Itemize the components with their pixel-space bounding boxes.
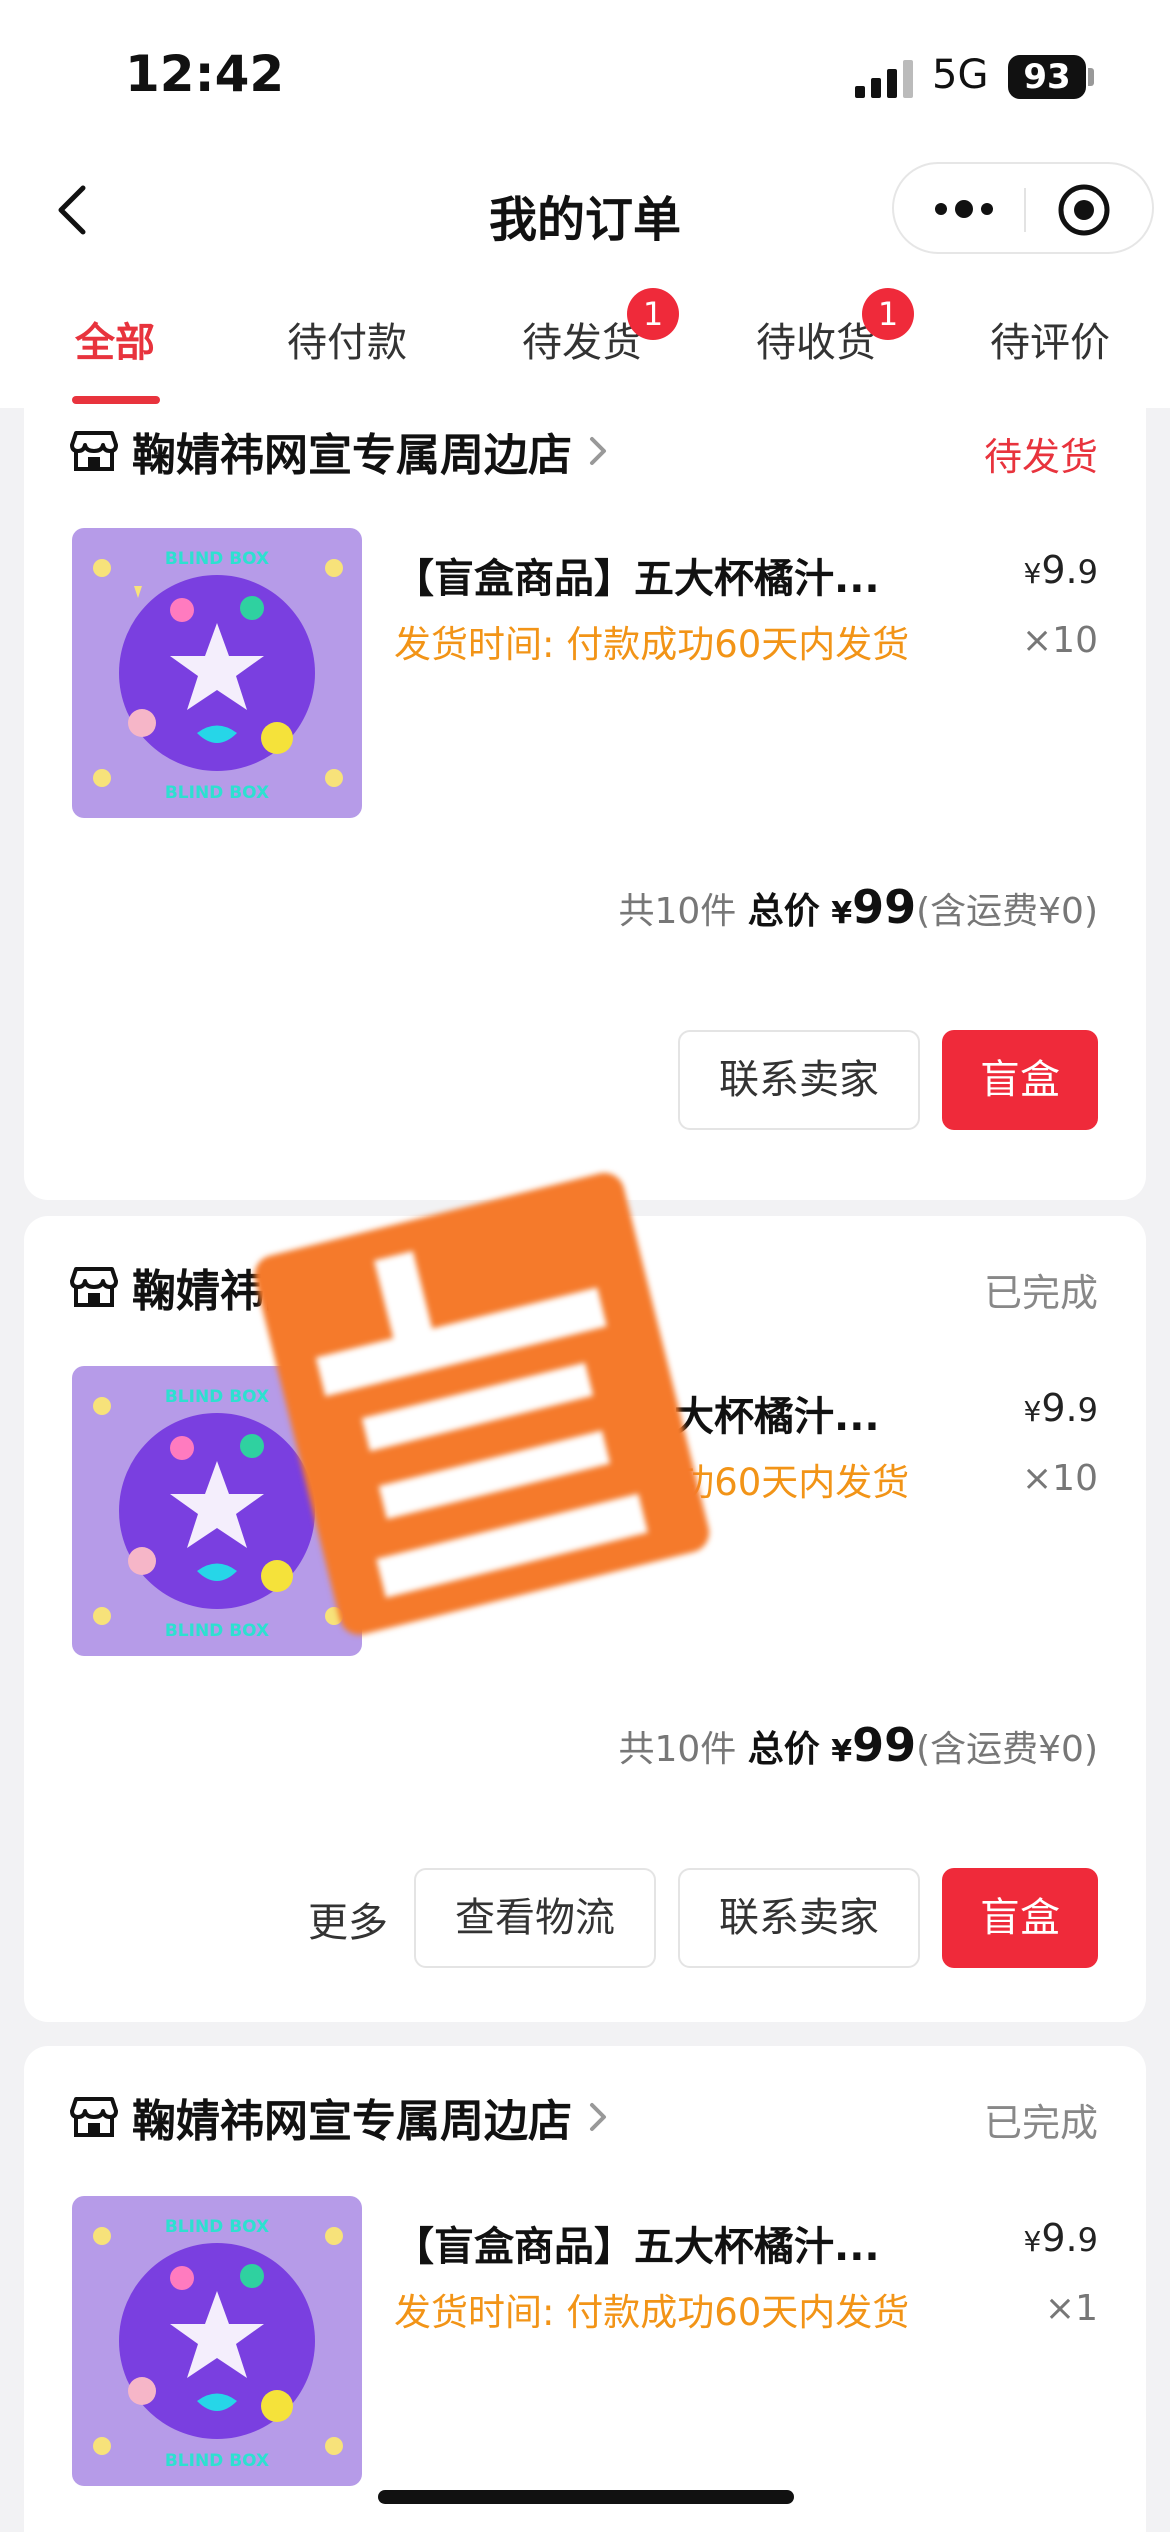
tab-all[interactable]: 全部 [75, 310, 155, 368]
status-time: 12:42 [125, 45, 285, 103]
blind-box-button[interactable]: 盲盒 [942, 1030, 1098, 1130]
order-status: 已完成 [983, 1271, 1098, 1315]
product-thumbnail[interactable]: BLIND BOX BLIND BOX [72, 2196, 362, 2486]
nav-bar: 我的订单 [0, 150, 1170, 270]
close-miniapp-icon[interactable] [1056, 182, 1112, 238]
home-indicator[interactable] [378, 2490, 794, 2504]
quantity: ×10 [1022, 1458, 1098, 1499]
total-currency: ¥ [831, 1734, 853, 1769]
more-button[interactable]: 更多 [308, 1890, 388, 1948]
thumb-text-bottom: BLIND BOX [165, 783, 269, 803]
thumb-text-bottom: BLIND BOX [165, 2451, 269, 2471]
contact-seller-button[interactable]: 联系卖家 [678, 1868, 920, 1968]
shop-name: 鞠婧祎网宣专属周边店 [132, 430, 572, 481]
tab-badge: 1 [627, 288, 679, 340]
order-card: 鞠婧祎网宣专属周边店 待发货 BLIND BOX BLIND BOX 【盲盒商品… [24, 408, 1146, 1200]
item-count: 共10件 [618, 1729, 737, 1770]
price-dec: 9 [1077, 553, 1098, 591]
price-int: 9. [1041, 548, 1078, 592]
ship-note: 发货时间: 付款成功60天内发货 [394, 2291, 910, 2334]
store-icon [70, 431, 118, 471]
total-amount: 99 [852, 1718, 917, 1772]
product-title[interactable]: 【盲盒商品】五大杯橘汁... [394, 2214, 954, 2272]
tab-badge: 1 [862, 288, 914, 340]
ship-note: 发货时间: 付款成功60天内发货 [394, 623, 910, 666]
thumb-text-top: BLIND BOX [165, 549, 269, 569]
store-icon [70, 2097, 118, 2137]
product-thumbnail[interactable]: BLIND BOX BLIND BOX [72, 528, 362, 818]
total-currency: ¥ [831, 896, 853, 931]
item-count: 共10件 [618, 891, 737, 932]
price-int: 9. [1041, 2216, 1078, 2260]
blind-box-button[interactable]: 盲盒 [942, 1868, 1098, 1968]
tab-pending-review[interactable]: 待评价 [990, 310, 1110, 368]
quantity: ×10 [1022, 620, 1098, 661]
miniapp-capsule [892, 162, 1154, 254]
blind-box-image: BLIND BOX BLIND BOX [72, 2196, 362, 2486]
unit-price: ¥9.9 [1024, 1386, 1098, 1430]
signal-icon [855, 60, 913, 98]
shipping-fee: (含运费¥0) [916, 891, 1098, 932]
view-logistics-button[interactable]: 查看物流 [414, 1868, 656, 1968]
more-dots-icon[interactable] [929, 184, 999, 234]
tab-pending-shipment[interactable]: 待发货 [522, 310, 642, 368]
price-currency: ¥ [1023, 2225, 1042, 2258]
order-tabs: 全部 待付款 待发货 1 待收货 1 待评价 [0, 270, 1170, 408]
unit-price: ¥9.9 [1024, 548, 1098, 592]
tab-active-underline [72, 396, 160, 404]
thumb-text-top: BLIND BOX [165, 2217, 269, 2237]
total-label: 总价 [747, 891, 820, 932]
total-amount: 99 [852, 880, 917, 934]
price-int: 9. [1041, 1386, 1078, 1430]
capsule-divider [1024, 188, 1026, 232]
store-icon [70, 1267, 118, 1307]
price-currency: ¥ [1023, 557, 1042, 590]
blind-box-image: BLIND BOX BLIND BOX [72, 528, 362, 818]
battery-level: 93 [1023, 57, 1071, 97]
status-bar: 12:42 5G 93 [0, 0, 1170, 150]
battery-icon: 93 [1008, 55, 1086, 99]
shop-link[interactable]: 鞠婧祎网宣专属周边店 [70, 2082, 612, 2152]
shipping-fee: (含运费¥0) [916, 1729, 1098, 1770]
price-currency: ¥ [1023, 1395, 1042, 1428]
price-dec: 9 [1077, 2221, 1098, 2259]
order-total: 共10件 总价 ¥99(含运费¥0) [618, 1718, 1098, 1772]
price-dec: 9 [1077, 1391, 1098, 1429]
chevron-right-icon [590, 437, 606, 465]
chevron-right-icon [590, 2103, 606, 2131]
order-total: 共10件 总价 ¥99(含运费¥0) [618, 880, 1098, 934]
tab-pending-receipt[interactable]: 待收货 [756, 310, 876, 368]
order-status: 待发货 [983, 435, 1098, 479]
total-label: 总价 [747, 1729, 820, 1770]
contact-seller-button[interactable]: 联系卖家 [678, 1030, 920, 1130]
battery-tip [1088, 68, 1094, 86]
order-card: 鞠婧祎网宣专属周边店 已完成 BLIND BOX BLIND BOX [24, 2046, 1146, 2532]
tab-pending-payment[interactable]: 待付款 [287, 310, 407, 368]
shop-link[interactable]: 鞠婧祎网宣专属周边店 [70, 416, 612, 486]
unit-price: ¥9.9 [1024, 2216, 1098, 2260]
order-status: 已完成 [983, 2101, 1098, 2145]
network-type: 5G [932, 52, 989, 98]
product-title[interactable]: 【盲盒商品】五大杯橘汁... [394, 546, 954, 604]
shop-name: 鞠婧祎网宣专属周边店 [132, 2096, 572, 2147]
quantity: ×1 [1044, 2288, 1098, 2329]
stamp-overlay [254, 1172, 710, 1635]
